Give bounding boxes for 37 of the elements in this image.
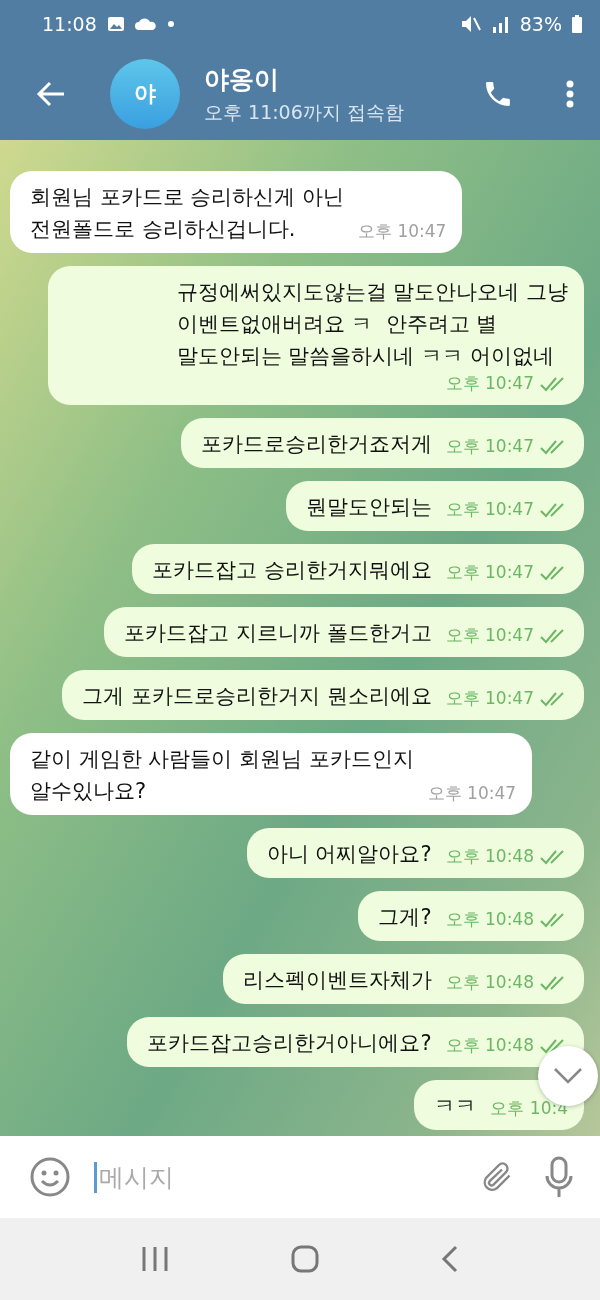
- message-time: 오후 10:47: [445, 624, 534, 647]
- battery-icon: [572, 15, 582, 33]
- avatar[interactable]: 야: [110, 59, 180, 129]
- message-time: 오후 10:47: [358, 220, 447, 243]
- message-time: 오후 10:47: [445, 372, 534, 395]
- message-text: 그게?: [378, 904, 432, 931]
- message-time: 오후 10:48: [445, 845, 534, 868]
- message-time: 오후 10:47: [445, 498, 534, 521]
- message-text: 리스펙이벤트자체가: [242, 967, 432, 994]
- signal-icon: [491, 15, 510, 33]
- message-time: 오후 10:48: [445, 908, 534, 931]
- message-text: 포카드잡고승리한거아니에요?: [147, 1030, 432, 1057]
- message-text: 포카드잡고 지르니까 폴드한거고: [124, 620, 432, 647]
- message-text: 아니 어찌알아요?: [266, 841, 432, 868]
- status-time: 11:08: [42, 13, 97, 35]
- battery-level: 83%: [519, 13, 562, 35]
- message-time: 오후 10:47: [427, 782, 517, 805]
- image-icon: [106, 16, 125, 32]
- message-text: 포카드로승리한거죠저게: [200, 431, 432, 458]
- message-text: 포카드잡고 승리한거지뭐에요: [151, 557, 432, 584]
- message-time: 오후 10:47: [445, 561, 534, 584]
- contact-name: 야옹이: [204, 63, 280, 96]
- message-text: 그게 포카드로승리한거지 뭔소리에요: [82, 683, 432, 710]
- message-text: 같이 게임한 사람들이 회원님 포카드인지 알수있나요?: [30, 746, 414, 805]
- message-text: 규정에써있지도않는걸 말도안나오네 그냥 이벤트없애버려요 ㅋ 안주려고 별 말도안되는 말씀을하시네 ㅋㅋ 어이없네: [176, 279, 568, 370]
- cloud-icon: [134, 18, 157, 30]
- message-time: 오후 10:48: [445, 971, 534, 994]
- message-time: 오후 10:47: [445, 435, 534, 458]
- message-time: 오후 10:48: [445, 1034, 534, 1057]
- last-seen-status: 오후 11:06까지 접속함: [204, 99, 405, 125]
- message-text: 뭔말도안되는: [305, 494, 432, 521]
- chevron-down-icon: [553, 1067, 583, 1085]
- dot-icon: [166, 20, 175, 28]
- message-text: ㅋㅋ: [434, 1093, 477, 1120]
- mute-icon: [459, 14, 482, 34]
- message-text: 회원님 포카드로 승리하신게 아닌 전원폴드로 승리하신겁니다.: [30, 184, 345, 243]
- message-time: 오후 10:47: [445, 687, 534, 710]
